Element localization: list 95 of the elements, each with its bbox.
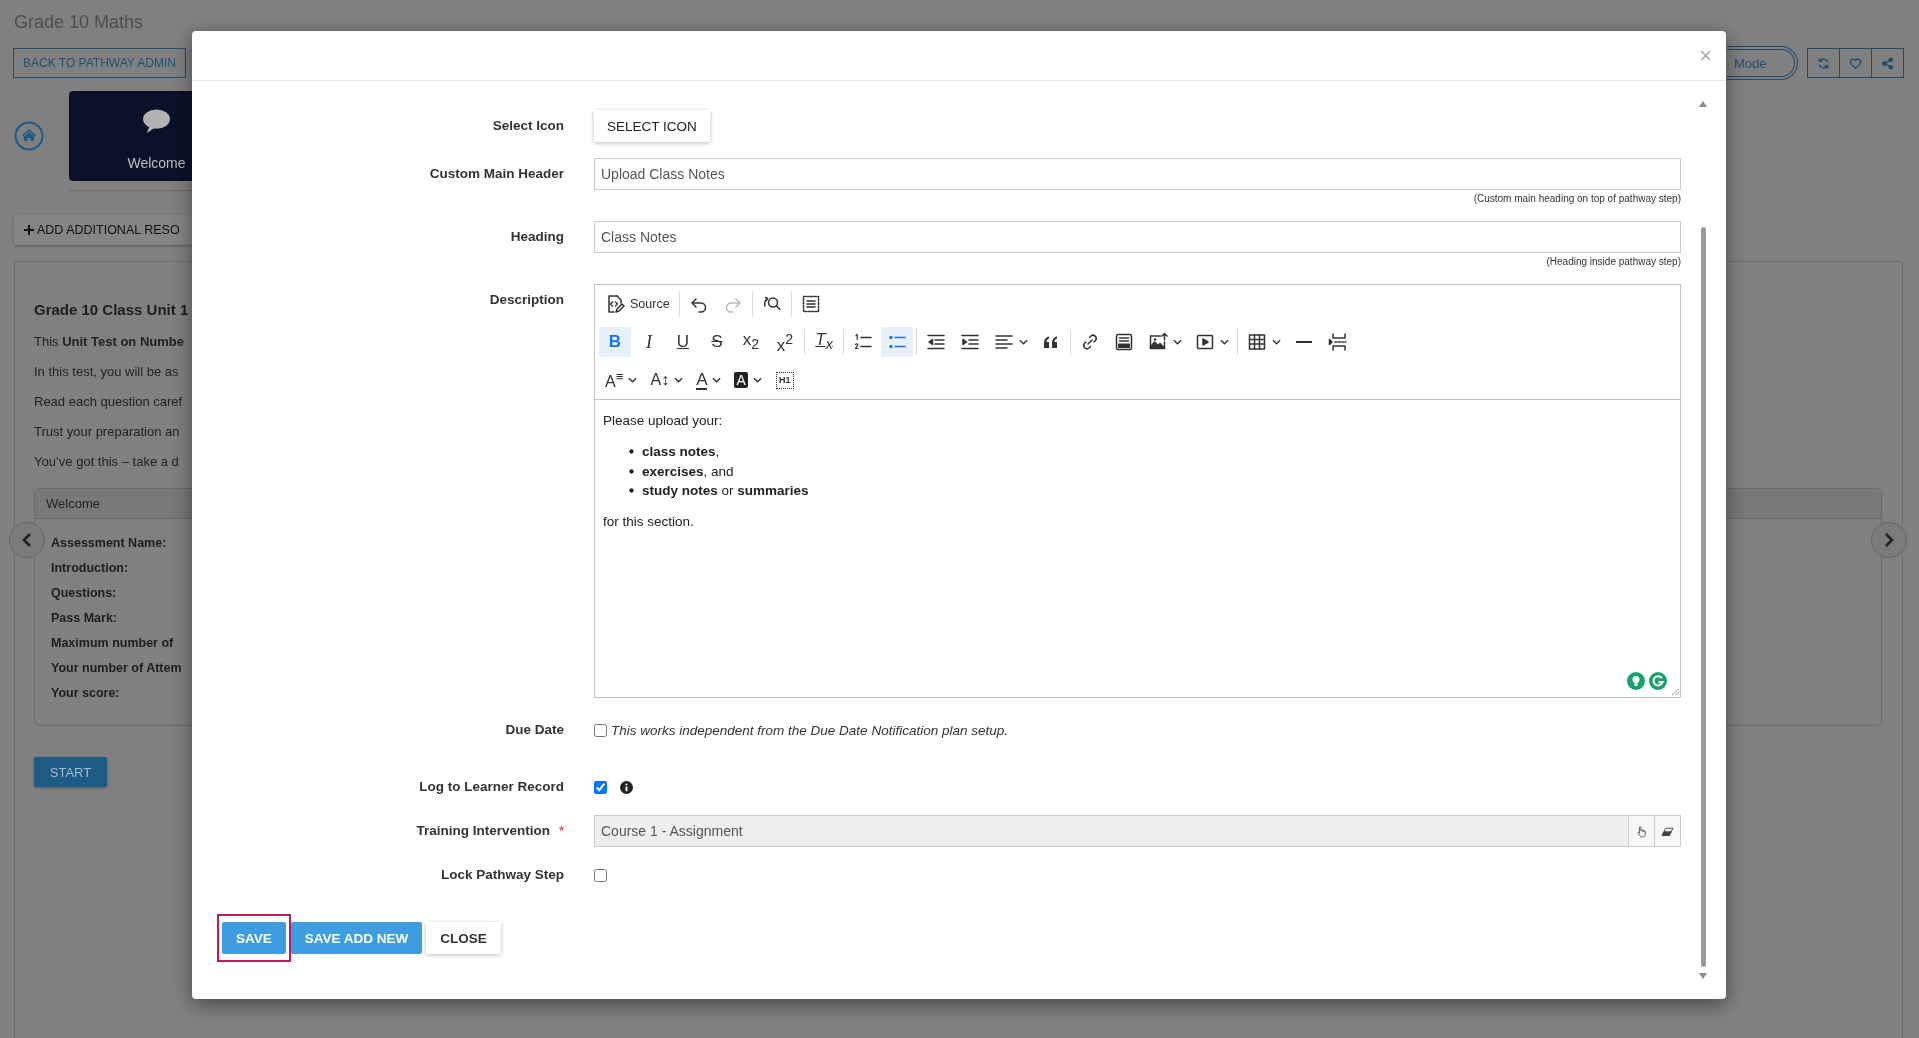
- help-text: (Heading inside pathway step): [1546, 256, 1681, 268]
- table-icon: [1247, 332, 1267, 352]
- content-paragraph: In this test, you will be as: [34, 363, 179, 381]
- detail-label: Introduction:: [51, 560, 129, 577]
- editor-paragraph: for this section.: [603, 512, 694, 531]
- refresh-button[interactable]: [1807, 48, 1840, 78]
- help-text: (Custom main heading on top of pathway step): [1473, 193, 1681, 205]
- editor-field[interactable]: Please upload your: class notes, exercises, and study notes or summaries for this section.: [595, 400, 1680, 697]
- select-icon-button[interactable]: SELECT ICON: [594, 110, 710, 142]
- refresh-icon: [1817, 56, 1830, 70]
- heading-button[interactable]: A$^{≡}$: [599, 365, 643, 395]
- horizontal-line-icon: [1295, 341, 1313, 343]
- chevron-left-icon: [21, 532, 33, 548]
- italic-button[interactable]: I: [633, 327, 665, 357]
- step-title: Welcome: [127, 155, 186, 171]
- underline-button[interactable]: U: [667, 327, 699, 357]
- pointing-hand-icon: [1635, 824, 1648, 838]
- detail-label: Questions:: [51, 585, 117, 602]
- checkbox[interactable]: [594, 868, 607, 882]
- chevron-right-icon: [1883, 532, 1895, 548]
- start-button[interactable]: START: [34, 757, 107, 787]
- list-item: study notes or summaries: [642, 482, 809, 500]
- bold-button[interactable]: B: [599, 327, 631, 357]
- font-color-button[interactable]: A: [690, 365, 727, 395]
- hint-text: This works independent from the Due Date Notification plan setup.: [611, 722, 1008, 738]
- resize-handle-icon[interactable]: [1671, 688, 1679, 696]
- field-label: Heading: [510, 228, 564, 246]
- align-left-icon: [994, 332, 1014, 352]
- close-form-button[interactable]: CLOSE: [426, 922, 501, 954]
- field-label: Training Intervention: [416, 822, 550, 840]
- bullet-icon: [629, 468, 634, 474]
- field-label: Select Icon: [492, 117, 564, 135]
- field-label: Custom Main Header: [429, 165, 564, 183]
- details-header: Welcome: [46, 496, 100, 511]
- detail-label: Pass Mark:: [51, 610, 117, 627]
- next-button[interactable]: [1871, 522, 1907, 558]
- share-button[interactable]: [1871, 48, 1904, 78]
- numbered-list-icon: [853, 332, 873, 352]
- text-field[interactable]: Class Notes: [594, 221, 1681, 253]
- checkbox[interactable]: [594, 780, 607, 794]
- bulleted-list-button[interactable]: [881, 327, 913, 357]
- lookup-field[interactable]: Course 1 - Assignment: [594, 815, 1629, 847]
- plus-icon: [24, 225, 34, 235]
- superscript-button[interactable]: x$^{2}$: [769, 327, 801, 357]
- source-code-icon: [605, 294, 625, 314]
- detail-label: Maximum number of: [51, 635, 174, 652]
- select-all-icon: [800, 294, 821, 314]
- field-label: Log to Learner Record: [419, 778, 564, 796]
- list-item: exercises, and: [642, 462, 734, 481]
- image-upload-icon: [1148, 332, 1168, 352]
- step-card[interactable]: Welcome: [69, 91, 192, 181]
- heart-icon: [1849, 56, 1862, 70]
- field-label: Due Date: [505, 721, 564, 739]
- chat-bubble-icon: [142, 109, 171, 134]
- content-paragraph: Trust your preparation an: [34, 423, 180, 441]
- field-label: Lock Pathway Step: [440, 866, 564, 884]
- subscript-button[interactable]: x$_{2}$: [735, 327, 767, 357]
- previous-button[interactable]: [9, 522, 45, 558]
- content-title: Grade 10 Class Unit 1: [34, 300, 189, 320]
- field-label: Description: [489, 291, 564, 309]
- detail-label: Assessment Name:: [51, 535, 167, 552]
- media-icon: [1195, 332, 1215, 352]
- scroll-up-icon[interactable]: [1699, 101, 1707, 107]
- link-icon: [1080, 332, 1100, 352]
- g-logo-icon[interactable]: [1649, 672, 1667, 690]
- detail-label: Your number of Attem: [51, 660, 182, 677]
- outdent-icon: [926, 332, 946, 352]
- show-blocks-button[interactable]: H1: [768, 365, 801, 395]
- share-icon: [1881, 56, 1894, 70]
- font-background-button[interactable]: A: [728, 365, 767, 395]
- add-resource-button[interactable]: ADD ADDITIONAL RESO: [14, 215, 192, 245]
- indent-icon: [960, 332, 980, 352]
- checkbox[interactable]: [594, 723, 607, 737]
- detail-label: Your score:: [51, 685, 120, 702]
- list-item: class notes,: [642, 443, 720, 461]
- required-mark: *: [558, 822, 564, 840]
- strikethrough-button[interactable]: S: [701, 327, 733, 357]
- html-block-icon: [1114, 332, 1134, 352]
- favorite-button[interactable]: [1839, 48, 1872, 78]
- content-paragraph: Read each question caref: [34, 393, 183, 411]
- source-button[interactable]: Source: [599, 289, 676, 319]
- remove-format-button[interactable]: T$_{x}$: [808, 327, 840, 357]
- content-paragraph: This Unit Test on Numbe: [34, 333, 184, 351]
- page-break-icon: [1328, 332, 1348, 352]
- bullet-icon: [629, 488, 634, 494]
- scrollbar-thumb[interactable]: [1700, 227, 1706, 967]
- editor-paragraph: Please upload your:: [603, 412, 723, 430]
- font-size-button[interactable]: A↕: [644, 365, 689, 395]
- scroll-down-icon[interactable]: [1699, 973, 1707, 979]
- text-field[interactable]: Upload Class Notes: [594, 158, 1681, 190]
- lightbulb-icon[interactable]: [1627, 672, 1645, 690]
- clear-button[interactable]: [1654, 815, 1681, 847]
- info-icon[interactable]: [620, 780, 633, 794]
- content-paragraph: You’ve got this – take a d: [34, 453, 179, 471]
- bullet-icon: [629, 449, 634, 455]
